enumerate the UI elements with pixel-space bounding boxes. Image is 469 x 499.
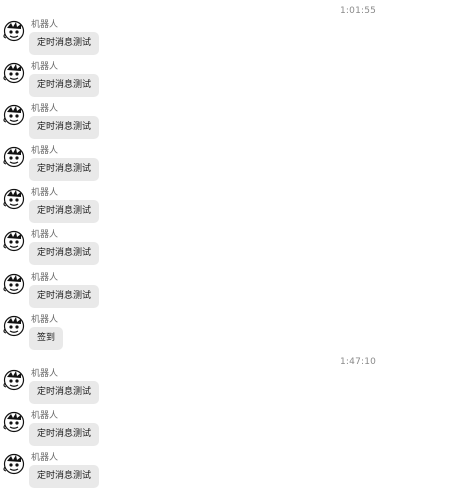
message-bubble[interactable]: 定时消息测试 xyxy=(29,423,100,446)
message-row: 机器人 定时消息测试 xyxy=(0,188,469,228)
sender-name: 机器人 xyxy=(31,104,59,114)
sender-name: 机器人 xyxy=(31,273,59,283)
sender-name: 机器人 xyxy=(31,146,59,156)
robot-avatar-icon[interactable] xyxy=(3,20,25,42)
message-bubble[interactable]: 定时消息测试 xyxy=(29,465,100,488)
message-bubble[interactable]: 定时消息测试 xyxy=(29,158,100,181)
sender-name: 机器人 xyxy=(31,369,59,379)
message-row: 机器人 定时消息测试 xyxy=(0,453,469,493)
message-row: 机器人 定时消息测试 xyxy=(0,230,469,270)
message-row: 机器人 定时消息测试 xyxy=(0,369,469,409)
robot-avatar-icon[interactable] xyxy=(3,453,25,475)
sender-name: 机器人 xyxy=(31,62,59,72)
message-bubble[interactable]: 定时消息测试 xyxy=(29,381,100,404)
sender-name: 机器人 xyxy=(31,453,59,463)
robot-avatar-icon[interactable] xyxy=(3,188,25,210)
sender-name: 机器人 xyxy=(31,411,59,421)
sender-name: 机器人 xyxy=(31,188,59,198)
message-bubble[interactable]: 定时消息测试 xyxy=(29,32,100,55)
message-bubble[interactable]: 定时消息测试 xyxy=(29,242,100,265)
message-bubble[interactable]: 签到 xyxy=(29,327,64,350)
message-row: 机器人 定时消息测试 xyxy=(0,146,469,186)
message-bubble[interactable]: 定时消息测试 xyxy=(29,116,100,139)
message-row: 机器人 定时消息测试 xyxy=(0,20,469,60)
robot-avatar-icon[interactable] xyxy=(3,273,25,295)
message-row: 机器人 签到 xyxy=(0,315,469,355)
robot-avatar-icon[interactable] xyxy=(3,230,25,252)
robot-avatar-icon[interactable] xyxy=(3,146,25,168)
timestamp: 1:47:10 xyxy=(340,357,377,367)
robot-avatar-icon[interactable] xyxy=(3,315,25,337)
robot-avatar-icon[interactable] xyxy=(3,369,25,391)
sender-name: 机器人 xyxy=(31,20,59,30)
robot-avatar-icon[interactable] xyxy=(3,104,25,126)
chat-history: 1:01:55 机器人 定时消息测试 机器人 定时消息测试 机器人 定时消息测试… xyxy=(0,0,469,499)
message-row: 机器人 定时消息测试 xyxy=(0,62,469,102)
message-row: 机器人 定时消息测试 xyxy=(0,104,469,144)
robot-avatar-icon[interactable] xyxy=(3,62,25,84)
sender-name: 机器人 xyxy=(31,315,59,325)
message-bubble[interactable]: 定时消息测试 xyxy=(29,200,100,223)
sender-name: 机器人 xyxy=(31,230,59,240)
message-row: 机器人 定时消息测试 xyxy=(0,411,469,451)
message-row: 机器人 定时消息测试 xyxy=(0,273,469,313)
message-bubble[interactable]: 定时消息测试 xyxy=(29,285,100,308)
message-bubble[interactable]: 定时消息测试 xyxy=(29,74,100,97)
timestamp: 1:01:55 xyxy=(340,6,377,16)
robot-avatar-icon[interactable] xyxy=(3,411,25,433)
